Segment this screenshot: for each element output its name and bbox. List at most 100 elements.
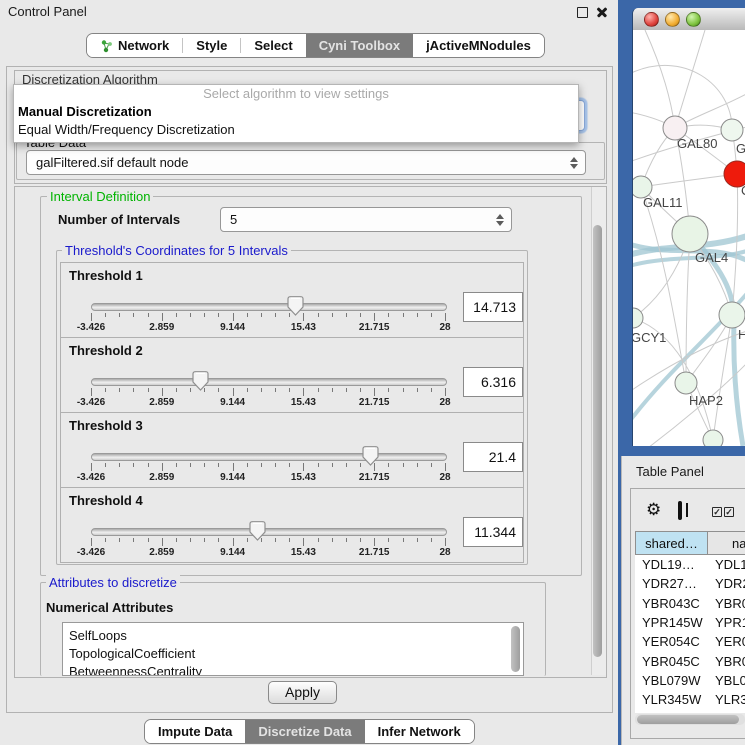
tab-jactivemnodules[interactable]: jActiveMNodules (413, 34, 544, 57)
network-node-hap2[interactable] (675, 372, 697, 394)
close-light-icon[interactable] (644, 12, 659, 27)
network-node-label: GAL80 (677, 136, 717, 151)
table-row[interactable]: YBR045CYBR0 (635, 652, 745, 671)
slider-axis-labels: -3.4262.8599.14415.4321.71528 (91, 397, 445, 409)
threshold-label: Threshold 3 (69, 418, 143, 433)
axis-tick-label: 9.144 (220, 322, 245, 333)
cell-shared-name: YPR145W (642, 613, 703, 632)
network-icon (100, 39, 113, 53)
network-edge[interactable] (732, 174, 738, 315)
cell-name: YIL0 (715, 709, 742, 713)
threshold-value-field[interactable]: 6.316 (463, 367, 523, 397)
checkbox-icon[interactable]: ✓ (712, 507, 722, 517)
dropdown-placeholder-item[interactable]: Select algorithm to view settings (14, 85, 578, 103)
zoom-light-icon[interactable] (686, 12, 701, 27)
axis-tick-label: 21.715 (359, 547, 390, 558)
axis-tick-label: 21.715 (359, 322, 390, 333)
tab-network[interactable]: Network (87, 34, 182, 57)
columns-icon[interactable] (678, 501, 682, 520)
threshold-slider-track[interactable] (91, 378, 447, 386)
horizontal-scrollbar[interactable] (635, 714, 745, 725)
attributes-list-scrollbar-thumb[interactable] (511, 626, 520, 672)
table-row[interactable]: YLR345WYLR3 (635, 690, 745, 709)
network-node-gal4[interactable] (672, 216, 708, 252)
panel-title: Control Panel (8, 4, 87, 19)
checkbox-icon[interactable]: ✓ (724, 507, 734, 517)
axis-tick-label: 28 (439, 397, 450, 408)
threshold-label: Threshold 2 (69, 343, 143, 358)
dropdown-item-equal-width-frequency-discretization[interactable]: Equal Width/Frequency Discretization (14, 121, 578, 139)
network-node-h[interactable] (719, 302, 745, 328)
combo-arrows-icon (496, 214, 504, 226)
column-header-name[interactable]: na (707, 531, 745, 555)
tab-infer-network[interactable]: Infer Network (365, 720, 474, 743)
axis-tick-label: 15.43 (291, 547, 316, 558)
cell-name: YDR2 (715, 574, 745, 593)
cell-shared-name: YER054C (642, 632, 700, 651)
gear-icon[interactable]: ⚙ (646, 501, 661, 518)
cell-shared-name: YDL19… (642, 555, 695, 574)
slider-axis-labels: -3.4262.8599.14415.4321.71528 (91, 472, 445, 484)
threshold-slider-handle[interactable] (287, 296, 304, 316)
table-row[interactable]: YPR145WYPR1 (635, 613, 745, 632)
axis-tick-label: 15.43 (291, 397, 316, 408)
vertical-scrollbar-thumb[interactable] (593, 225, 602, 657)
slider-axis-labels: -3.4262.8599.14415.4321.71528 (91, 322, 445, 334)
table-data-combo[interactable]: galFiltered.sif default node (26, 150, 586, 175)
attribute-list-item[interactable]: BetweennessCentrality (63, 663, 523, 676)
table-row[interactable]: YIL052CYIL0 (635, 709, 745, 713)
table-row[interactable]: YDL19… YDL1 (635, 555, 745, 574)
tab-label: Style (196, 38, 227, 53)
network-edge[interactable] (641, 174, 737, 187)
tab-discretize-data[interactable]: Discretize Data (245, 720, 364, 743)
network-node-label: GAL4 (695, 250, 728, 265)
table-row[interactable]: YDR27…YDR2 (635, 574, 745, 593)
slider-ticks (91, 313, 445, 322)
tab-style[interactable]: Style (183, 34, 240, 57)
network-canvas[interactable]: GAL80GCGAL11GAL4GCY1HHAP2 (633, 30, 745, 446)
cell-shared-name: YBL079W (642, 671, 701, 690)
cell-name: YDL1 (715, 555, 745, 574)
network-edge[interactable] (641, 187, 686, 383)
network-node[interactable] (703, 430, 723, 446)
threshold-value-field[interactable]: 11.344 (463, 517, 523, 547)
threshold-slider-handle[interactable] (362, 446, 379, 466)
control-panel-window: Control Panel Network Style SelectCyni Too… (0, 0, 618, 745)
column-header-shared-name[interactable]: shared… (635, 531, 708, 555)
cell-name: YLR3 (715, 690, 745, 709)
network-node-g[interactable] (721, 119, 743, 141)
tab-cyni-toolbox[interactable]: Cyni Toolbox (306, 34, 413, 57)
tab-select[interactable]: Select (241, 34, 305, 57)
threshold-slider-track[interactable] (91, 303, 447, 311)
threshold-slider-handle[interactable] (249, 521, 266, 541)
network-view-window: GAL80GCGAL11GAL4GCY1HHAP2 (632, 8, 745, 446)
table-row[interactable]: YER054CYER0 (635, 632, 745, 651)
dropdown-item-manual-discretization[interactable]: Manual Discretization (14, 103, 578, 121)
threshold-slider-track[interactable] (91, 453, 447, 461)
threshold-slider-handle[interactable] (192, 371, 209, 391)
attribute-list-item[interactable]: SelfLoops (63, 627, 523, 645)
table-row[interactable]: YBL079WYBL0 (635, 671, 745, 690)
horizontal-scrollbar-thumb[interactable] (637, 715, 739, 724)
apply-button[interactable]: Apply (268, 681, 337, 704)
slider-ticks (91, 538, 445, 547)
interval-definition-title: Interval Definition (47, 189, 153, 204)
axis-tick-label: 28 (439, 472, 450, 483)
tab-impute-data[interactable]: Impute Data (145, 720, 245, 743)
network-edge[interactable] (645, 30, 675, 128)
num-intervals-combo[interactable]: 5 (220, 207, 512, 232)
network-window-titlebar[interactable] (633, 8, 745, 31)
network-edge[interactable] (713, 315, 732, 440)
slider-ticks (91, 463, 445, 472)
axis-tick-label: -3.426 (77, 547, 105, 558)
threshold-value-field[interactable]: 21.4 (463, 442, 523, 472)
table-row[interactable]: YBR043CYBR0 (635, 594, 745, 613)
minimize-light-icon[interactable] (665, 12, 680, 27)
threshold-slider-track[interactable] (91, 528, 447, 536)
network-node-label: GCY1 (633, 330, 666, 345)
threshold-value-field[interactable]: 14.713 (463, 292, 523, 322)
float-window-icon[interactable] (577, 7, 588, 18)
network-edge[interactable] (675, 30, 705, 128)
close-icon[interactable] (596, 6, 608, 18)
attribute-list-item[interactable]: TopologicalCoefficient (63, 645, 523, 663)
